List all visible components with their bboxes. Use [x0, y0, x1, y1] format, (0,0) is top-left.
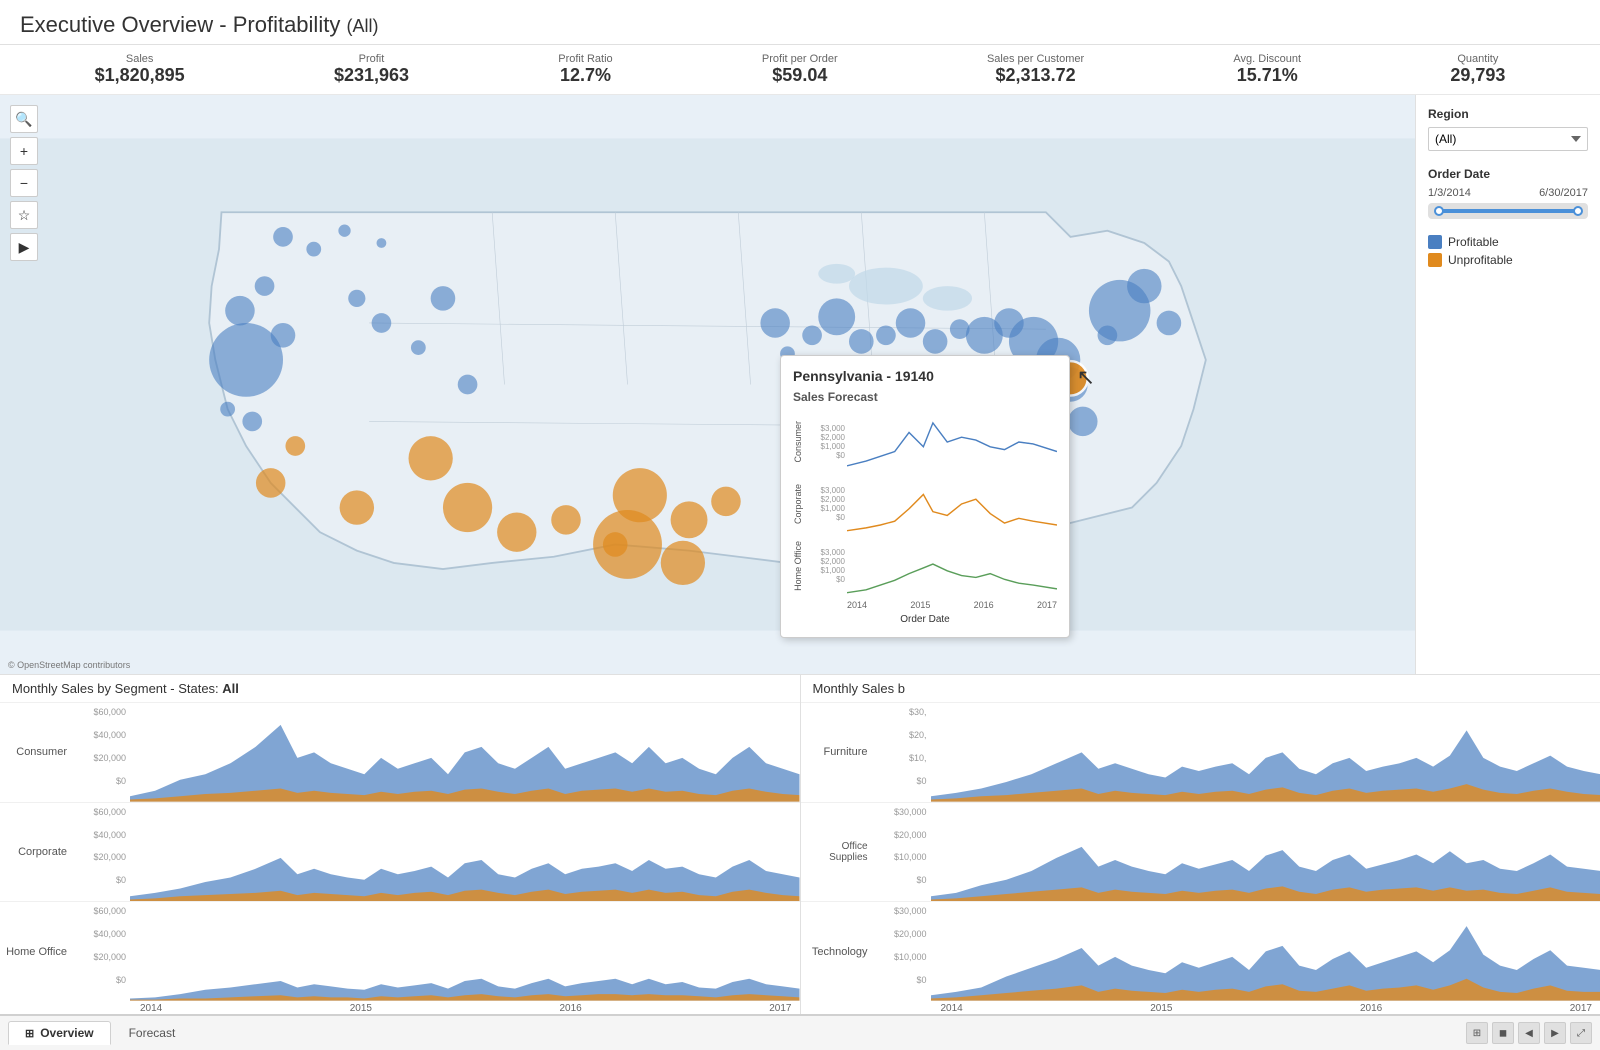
- right-chart-title: Monthly Sales b: [801, 675, 1600, 702]
- corporate-label: Corporate: [0, 803, 75, 902]
- date-range-display: 1/3/2014 6/30/2017: [1428, 187, 1588, 199]
- maximize-button[interactable]: ⤢: [1570, 1022, 1592, 1044]
- tooltip-title: Pennsylvania - 19140: [793, 368, 1057, 384]
- tooltip-homeoffice-label: Home Office: [793, 541, 809, 591]
- right-charts: Monthly Sales b Furniture $30,$20,$10,$0: [801, 675, 1600, 1014]
- search-button[interactable]: 🔍: [10, 105, 38, 133]
- profitable-color-swatch: [1428, 235, 1442, 249]
- consumer-y-axis: $60,000$40,000$20,000$0: [75, 703, 130, 802]
- order-date-section: Order Date 1/3/2014 6/30/2017: [1428, 167, 1588, 219]
- region-select[interactable]: (All): [1428, 127, 1588, 151]
- forecast-tab-label: Forecast: [129, 1026, 176, 1040]
- technology-chart-row: Technology $30,000$20,000$10,000$0: [801, 901, 1600, 1001]
- furniture-chart-content: [931, 703, 1600, 802]
- page-title: Executive Overview - Profitability (All): [20, 12, 1580, 38]
- legend-section: Profitable Unprofitable: [1428, 235, 1588, 267]
- grid-view-button[interactable]: ⊞: [1466, 1022, 1488, 1044]
- region-section: Region (All): [1428, 107, 1588, 151]
- right-panel: Region (All) Order Date 1/3/2014 6/30/20…: [1415, 95, 1600, 674]
- homeoffice-chart-row: Home Office $60,000$40,000$20,000$0: [0, 901, 800, 1001]
- map-section: 🔍 + − ☆ ▶: [0, 95, 1415, 674]
- kpi-avg.-discount: Avg. Discount15.71%: [1233, 53, 1301, 86]
- tooltip-consumer-label: Consumer: [793, 421, 809, 463]
- page-header: Executive Overview - Profitability (All): [0, 0, 1600, 45]
- tab-bar: ⊞ Overview Forecast ⊞ ◼ ◀ ▶ ⤢: [0, 1014, 1600, 1050]
- kpi-profit-per-order: Profit per Order$59.04: [762, 53, 838, 86]
- kpi-sales-per-customer: Sales per Customer$2,313.72: [987, 53, 1084, 86]
- overview-tab-label: Overview: [40, 1026, 93, 1040]
- technology-chart-content: [931, 902, 1600, 1001]
- square-view-button[interactable]: ◼: [1492, 1022, 1514, 1044]
- map-attribution: © OpenStreetMap contributors: [8, 660, 130, 670]
- tooltip-chart-title: Sales Forecast: [793, 390, 1057, 404]
- zoom-in-button[interactable]: +: [10, 137, 38, 165]
- tooltip-consumer-chart: [847, 412, 1057, 472]
- charts-section: Monthly Sales by Segment - States: All C…: [0, 674, 1600, 1014]
- star-button[interactable]: ☆: [10, 201, 38, 229]
- officesupplies-chart-content: [931, 803, 1600, 902]
- kpi-bar: Sales$1,820,895 Profit$231,963 Profit Rati…: [0, 45, 1600, 95]
- homeoffice-chart-content: [130, 902, 800, 1001]
- furniture-y-axis: $30,$20,$10,$0: [876, 703, 931, 802]
- legend-unprofitable: Unprofitable: [1428, 253, 1588, 267]
- svg-text:↖: ↖: [1077, 365, 1096, 390]
- right-x-axis: 2014201520162017: [801, 1001, 1600, 1014]
- officesupplies-chart-row: OfficeSupplies $30,000$20,000$10,000$0: [801, 802, 1600, 902]
- tab-bar-right: ⊞ ◼ ◀ ▶ ⤢: [1466, 1022, 1592, 1044]
- tooltip-x-axis: 2014201520162017: [793, 598, 1057, 610]
- tooltip-corporate-chart: [847, 474, 1057, 534]
- tooltip: Pennsylvania - 19140 Sales Forecast Cons…: [780, 355, 1070, 638]
- furniture-chart-row: Furniture $30,$20,$10,$0: [801, 702, 1600, 802]
- date-range-slider[interactable]: [1428, 203, 1588, 219]
- tooltip-homeoffice-y: $3,000$2,000$1,000$0: [809, 548, 847, 584]
- left-x-axis: 2014201520162017: [0, 1001, 800, 1014]
- corporate-y-axis: $60,000$40,000$20,000$0: [75, 803, 130, 902]
- range-left-thumb[interactable]: [1434, 206, 1444, 216]
- officesupplies-y-axis: $30,000$20,000$10,000$0: [876, 803, 931, 902]
- map-controls: 🔍 + − ☆ ▶: [10, 105, 38, 261]
- right-chart-rows: Furniture $30,$20,$10,$0: [801, 702, 1600, 1001]
- legend-profitable: Profitable: [1428, 235, 1588, 249]
- unprofitable-color-swatch: [1428, 253, 1442, 267]
- left-chart-rows: Consumer $60,000$40,000$20,000$0: [0, 702, 800, 1001]
- tab-overview[interactable]: ⊞ Overview: [8, 1021, 111, 1045]
- next-button[interactable]: ▶: [1544, 1022, 1566, 1044]
- technology-y-axis: $30,000$20,000$10,000$0: [876, 902, 931, 1001]
- technology-label: Technology: [801, 902, 876, 1001]
- unprofitable-label: Unprofitable: [1448, 253, 1513, 267]
- left-charts: Monthly Sales by Segment - States: All C…: [0, 675, 801, 1014]
- consumer-chart-row: Consumer $60,000$40,000$20,000$0: [0, 702, 800, 802]
- corporate-chart-content: [130, 803, 800, 902]
- tab-forecast[interactable]: Forecast: [113, 1022, 192, 1044]
- officesupplies-label: OfficeSupplies: [801, 803, 876, 902]
- consumer-label: Consumer: [0, 703, 75, 802]
- range-right-thumb[interactable]: [1573, 206, 1583, 216]
- map-svg: ↖: [0, 95, 1415, 674]
- tooltip-x-label: Order Date: [793, 614, 1057, 625]
- furniture-label: Furniture: [801, 703, 876, 802]
- prev-button[interactable]: ◀: [1518, 1022, 1540, 1044]
- tooltip-corporate-y: $3,000$2,000$1,000$0: [809, 486, 847, 522]
- consumer-chart-content: [130, 703, 800, 802]
- tooltip-homeoffice-chart: [847, 536, 1057, 596]
- tooltip-consumer-y: $3,000$2,000$1,000$0: [809, 424, 847, 460]
- kpi-profit-ratio: Profit Ratio12.7%: [558, 53, 612, 86]
- homeoffice-y-axis: $60,000$40,000$20,000$0: [75, 902, 130, 1001]
- tooltip-corporate-label: Corporate: [793, 484, 809, 524]
- zoom-out-button[interactable]: −: [10, 169, 38, 197]
- profitable-label: Profitable: [1448, 235, 1499, 249]
- kpi-sales: Sales$1,820,895: [95, 53, 185, 86]
- homeoffice-label: Home Office: [0, 902, 75, 1001]
- region-label: Region: [1428, 107, 1588, 121]
- corporate-chart-row: Corporate $60,000$40,000$20,000$0: [0, 802, 800, 902]
- tooltip-chart: Consumer $3,000$2,000$1,000$0: [793, 412, 1057, 625]
- kpi-profit: Profit$231,963: [334, 53, 409, 86]
- main-content: 🔍 + − ☆ ▶: [0, 95, 1600, 674]
- overview-tab-icon: ⊞: [25, 1027, 34, 1040]
- order-date-label: Order Date: [1428, 167, 1588, 181]
- kpi-quantity: Quantity29,793: [1450, 53, 1505, 86]
- left-chart-title: Monthly Sales by Segment - States: All: [0, 675, 800, 702]
- play-button[interactable]: ▶: [10, 233, 38, 261]
